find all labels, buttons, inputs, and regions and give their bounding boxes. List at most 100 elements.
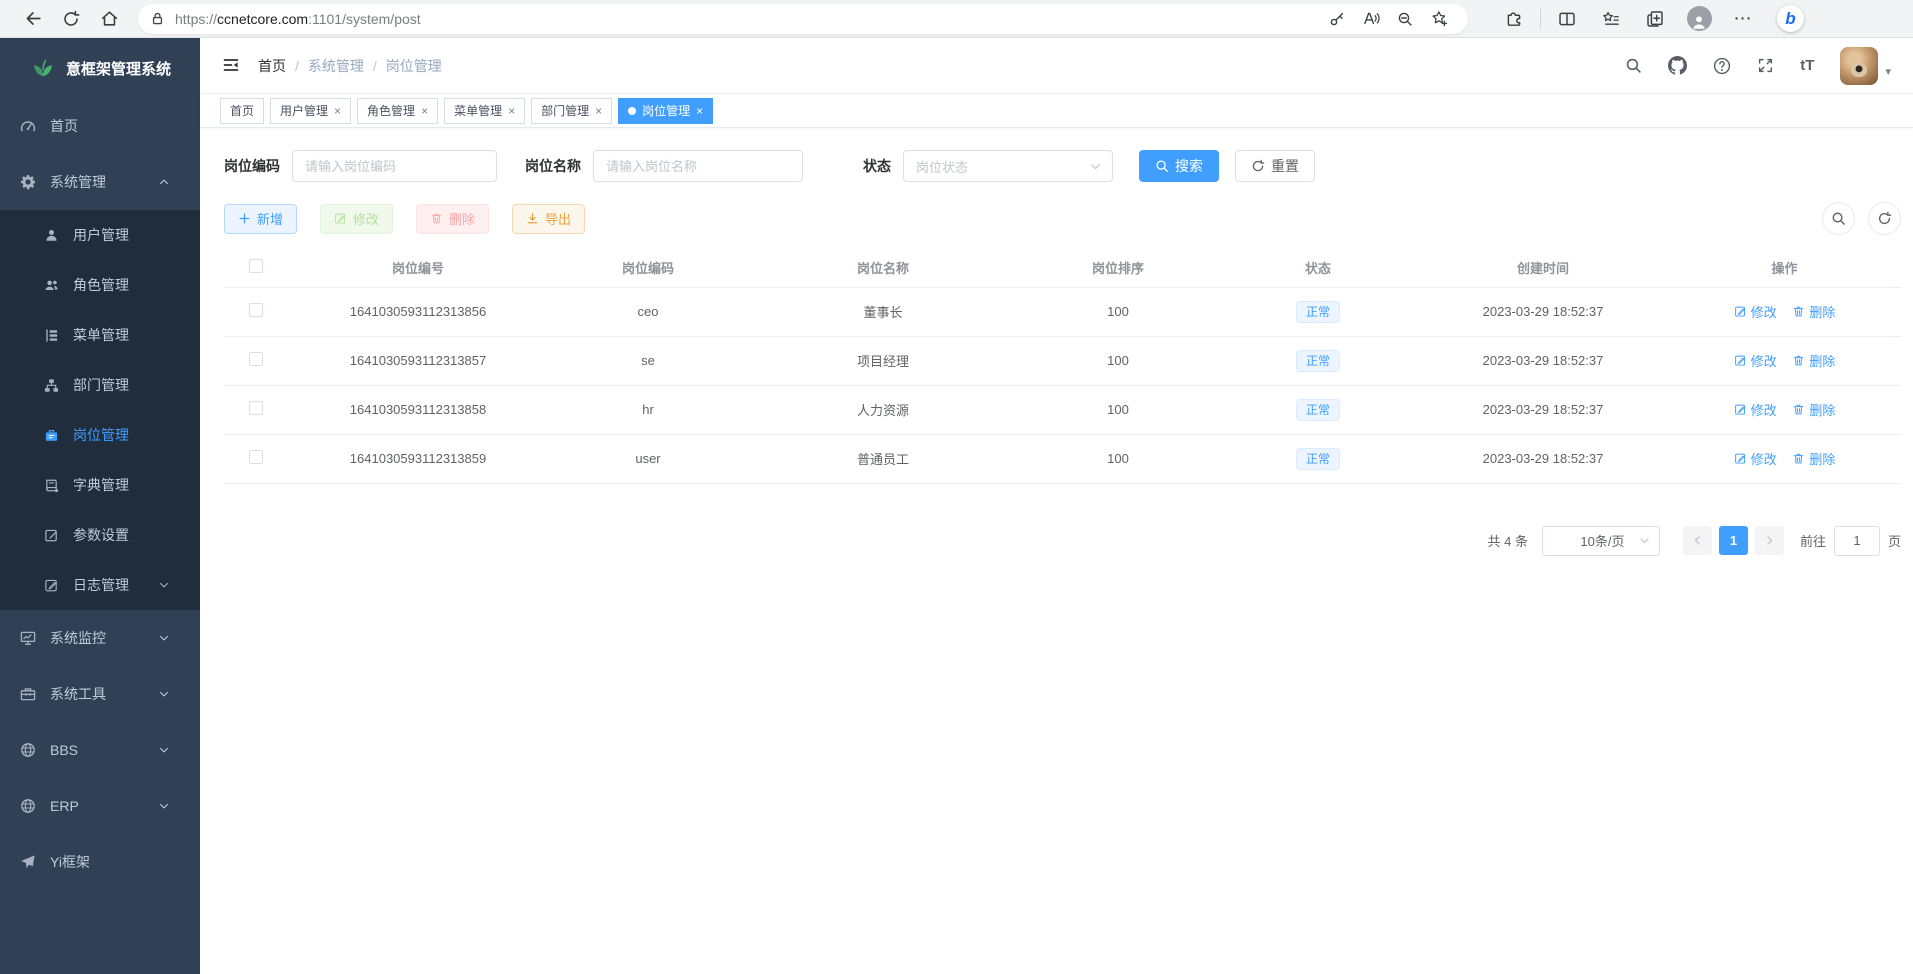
user-avatar[interactable] [1840, 47, 1878, 85]
password-key-icon[interactable] [1320, 6, 1354, 32]
select-all-checkbox[interactable] [249, 259, 263, 273]
pagination: 共 4 条 10条/页 1 前往 页 [224, 526, 1901, 556]
close-icon[interactable]: × [696, 104, 703, 118]
help-question-icon[interactable] [1713, 57, 1731, 75]
browser-profile-button[interactable] [1677, 4, 1721, 34]
tab-home[interactable]: 首页 [220, 98, 264, 124]
post-name-input[interactable] [593, 150, 803, 182]
sidebar-item-post-mgmt[interactable]: 岗位管理 [0, 410, 200, 460]
sidebar-fold-icon[interactable] [222, 56, 240, 74]
page-number-1[interactable]: 1 [1719, 526, 1748, 555]
close-icon[interactable]: × [421, 104, 428, 118]
sidebar-item-erp[interactable]: ERP [0, 778, 200, 834]
table-row: 1641030593112313858 hr 人力资源 100 正常 2023-… [224, 385, 1901, 434]
sidebar-item-role-mgmt[interactable]: 角色管理 [0, 260, 200, 310]
row-edit-link[interactable]: 修改 [1734, 449, 1777, 468]
edit-button[interactable]: 修改 [320, 204, 393, 234]
col-actions: 操作 [1668, 249, 1901, 287]
close-icon[interactable]: × [334, 104, 341, 118]
add-button[interactable]: 新增 [224, 204, 297, 234]
goto-page: 前往 页 [1800, 526, 1901, 556]
sidebar-item-param-settings[interactable]: 参数设置 [0, 510, 200, 560]
add-favorite-icon[interactable] [1422, 6, 1456, 32]
tab-role-mgmt[interactable]: 角色管理× [357, 98, 438, 124]
row-delete-link[interactable]: 删除 [1792, 351, 1835, 370]
sidebar-item-user-mgmt[interactable]: 用户管理 [0, 210, 200, 260]
row-checkbox[interactable] [249, 401, 263, 415]
browser-back-button[interactable] [14, 4, 52, 34]
bing-chat-icon[interactable]: b [1777, 5, 1804, 32]
browser-home-button[interactable] [90, 4, 128, 34]
browser-refresh-button[interactable] [52, 4, 90, 34]
read-aloud-icon[interactable] [1354, 6, 1388, 32]
post-code-input[interactable] [292, 150, 497, 182]
page-content: 岗位编码 岗位名称 状态 岗位状态 搜索 重置 [200, 128, 1913, 974]
refresh-table-button[interactable] [1868, 202, 1901, 235]
lock-icon [150, 11, 165, 26]
avatar-caret-icon[interactable]: ▾ [1885, 65, 1891, 78]
row-edit-link[interactable]: 修改 [1734, 400, 1777, 419]
chevron-down-icon [158, 688, 170, 700]
app-logo[interactable]: 意框架管理系统 [0, 38, 200, 98]
sidebar-item-dept-mgmt[interactable]: 部门管理 [0, 360, 200, 410]
chevron-left-icon [1691, 534, 1704, 547]
tab-menu-mgmt[interactable]: 菜单管理× [444, 98, 525, 124]
logo-leaf-icon [32, 57, 54, 79]
refresh-icon [1877, 211, 1892, 226]
row-edit-link[interactable]: 修改 [1734, 351, 1777, 370]
row-delete-link[interactable]: 删除 [1792, 400, 1835, 419]
more-icon: ⋯ [1734, 8, 1753, 29]
app-navbar: 首页 / 系统管理 / 岗位管理 tT ▾ [200, 38, 1913, 94]
row-checkbox[interactable] [249, 352, 263, 366]
sidebar-item-system-monitor[interactable]: 系统监控 [0, 610, 200, 666]
tab-dept-mgmt[interactable]: 部门管理× [531, 98, 612, 124]
page-size-select[interactable]: 10条/页 [1542, 526, 1660, 556]
header-search-icon[interactable] [1625, 57, 1642, 74]
sidebar-item-bbs[interactable]: BBS [0, 722, 200, 778]
row-checkbox[interactable] [249, 450, 263, 464]
show-search-toggle-button[interactable] [1822, 202, 1855, 235]
next-page-button[interactable] [1755, 526, 1784, 555]
row-checkbox[interactable] [249, 303, 263, 317]
favorites-bar-icon[interactable] [1589, 4, 1633, 34]
row-delete-link[interactable]: 删除 [1792, 449, 1835, 468]
export-button[interactable]: 导出 [512, 204, 585, 234]
close-icon[interactable]: × [595, 104, 602, 118]
fullscreen-icon[interactable] [1757, 57, 1774, 74]
sidebar-item-system-tools[interactable]: 系统工具 [0, 666, 200, 722]
status-badge: 正常 [1296, 448, 1340, 470]
chevron-down-icon [158, 579, 170, 591]
search-button[interactable]: 搜索 [1139, 150, 1219, 182]
row-edit-link[interactable]: 修改 [1734, 302, 1777, 321]
zoom-out-icon[interactable] [1388, 6, 1422, 32]
sidebar-item-system-mgmt[interactable]: 系统管理 [0, 154, 200, 210]
chevron-down-icon [158, 744, 170, 756]
sidebar-item-dict-mgmt[interactable]: 字典管理 [0, 460, 200, 510]
address-bar[interactable]: https://ccnetcore.com:1101/system/post [138, 4, 1468, 34]
sidebar-item-menu-mgmt[interactable]: 菜单管理 [0, 310, 200, 360]
extensions-icon[interactable] [1492, 4, 1536, 34]
row-delete-link[interactable]: 删除 [1792, 302, 1835, 321]
breadcrumb-home[interactable]: 首页 [258, 56, 286, 76]
split-screen-icon[interactable] [1545, 4, 1589, 34]
status-select[interactable]: 岗位状态 [903, 150, 1113, 182]
sidebar-item-log-mgmt[interactable]: 日志管理 [0, 560, 200, 610]
delete-button[interactable]: 删除 [416, 204, 489, 234]
close-icon[interactable]: × [508, 104, 515, 118]
sidebar-item-yi-framework[interactable]: Yi框架 [0, 834, 200, 890]
tab-user-mgmt[interactable]: 用户管理× [270, 98, 351, 124]
browser-menu-button[interactable]: ⋯ [1721, 4, 1765, 34]
tags-view: 首页 用户管理× 角色管理× 菜单管理× 部门管理× 岗位管理× [200, 94, 1913, 128]
reset-button[interactable]: 重置 [1235, 150, 1315, 182]
collections-icon[interactable] [1633, 4, 1677, 34]
github-icon[interactable] [1668, 56, 1687, 75]
goto-page-input[interactable] [1834, 526, 1880, 556]
table-tools [1809, 202, 1901, 235]
paper-plane-icon [20, 854, 36, 870]
app-frame: 意框架管理系统 首页 系统管理 用户管理 角色管理 菜单管理 [0, 38, 1913, 974]
sidebar-item-home[interactable]: 首页 [0, 98, 200, 154]
tab-post-mgmt[interactable]: 岗位管理× [618, 98, 713, 124]
users-icon [44, 278, 59, 293]
prev-page-button[interactable] [1683, 526, 1712, 555]
text-size-icon[interactable]: tT [1800, 57, 1814, 74]
